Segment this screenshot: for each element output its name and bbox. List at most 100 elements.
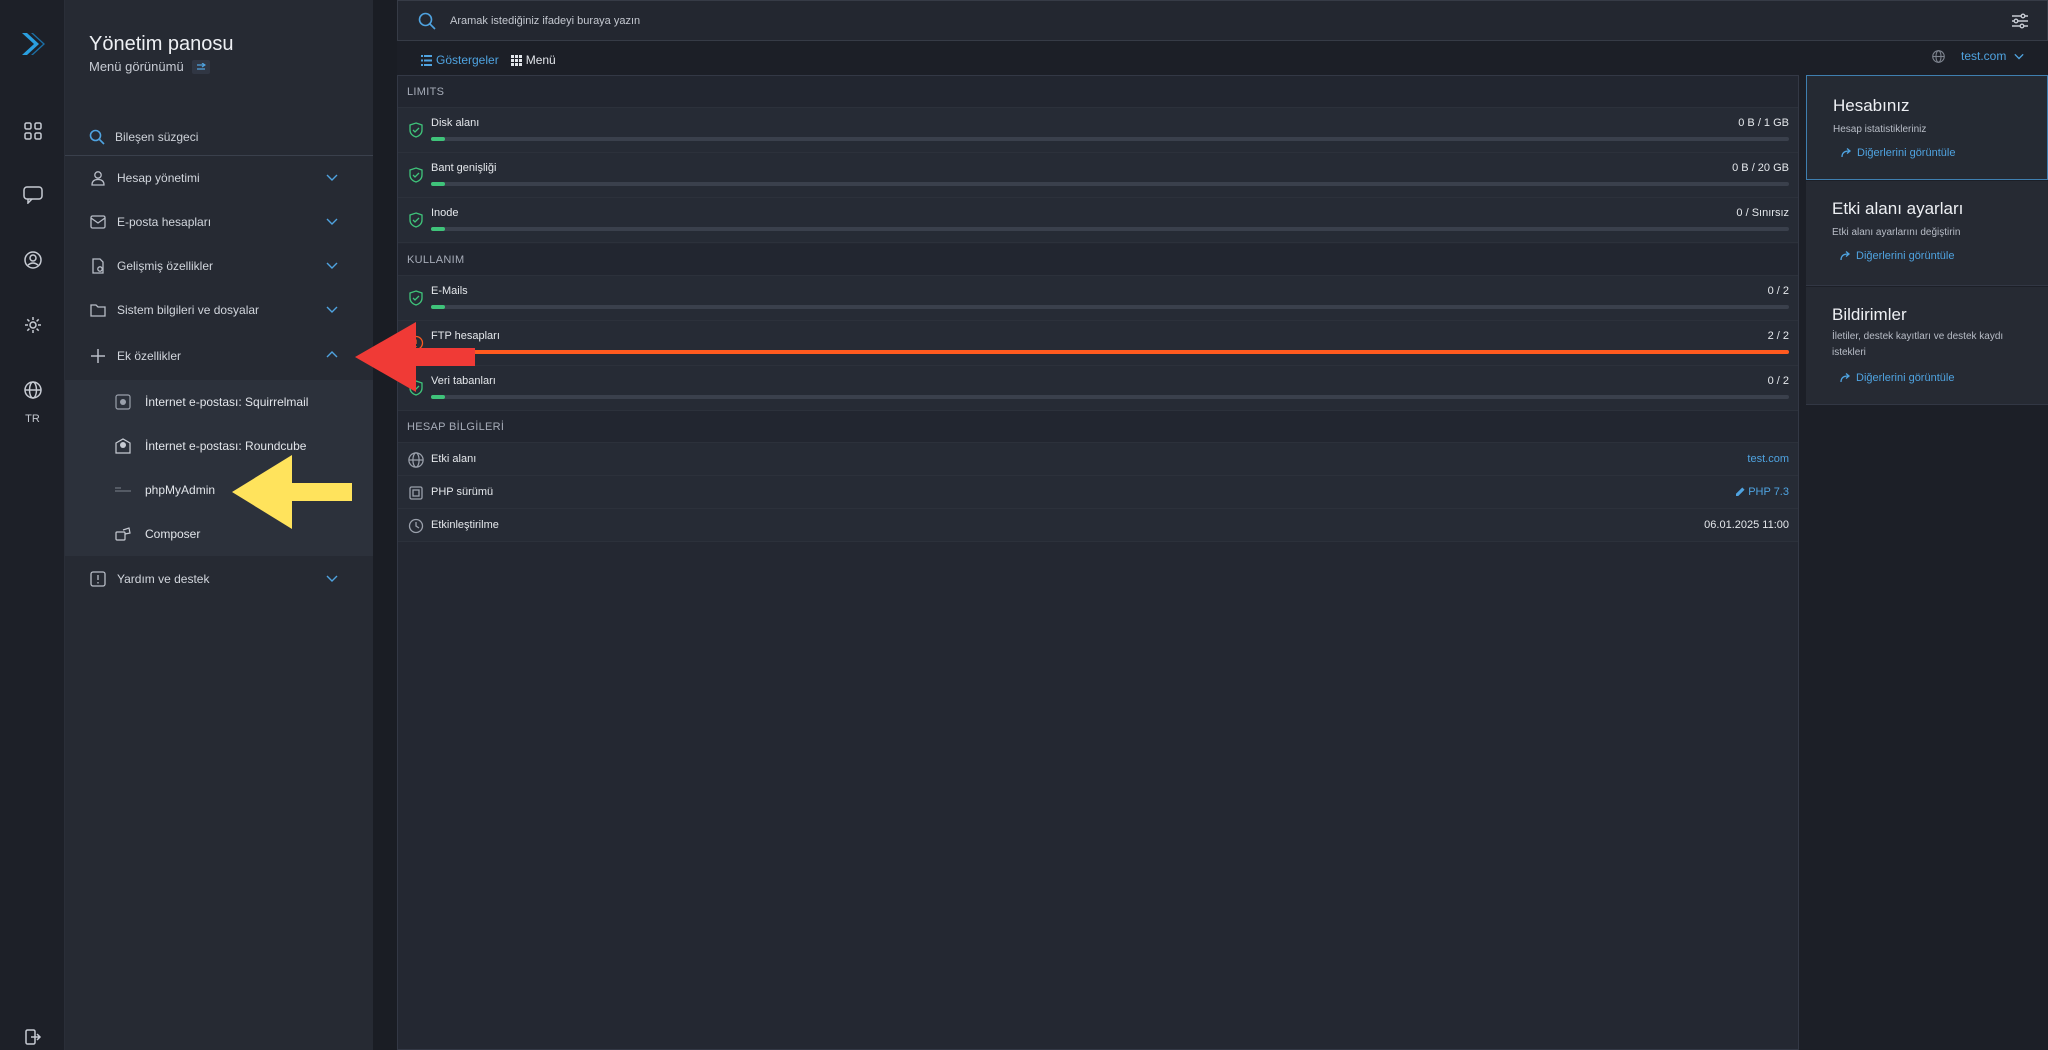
- domain-link[interactable]: test.com: [1747, 453, 1789, 465]
- filter-settings-icon[interactable]: [2011, 12, 2029, 30]
- sidebar-title: Yönetim panosu: [89, 33, 234, 55]
- progress-fill: [431, 227, 445, 231]
- submenu-label: İnternet e-postası: Roundcube: [145, 439, 307, 453]
- progress-track: [431, 182, 1789, 186]
- card-subtitle: İletiler, destek kayıtları ve destek kay…: [1832, 331, 2004, 358]
- composer-icon: [115, 526, 131, 542]
- shield-check-icon: [409, 212, 423, 228]
- stat-value: 0 / 2: [1767, 375, 1789, 387]
- stat-value: 2 / 2: [1767, 330, 1789, 342]
- search-icon: [418, 12, 436, 30]
- card-link-label: Diğerlerini görüntüle: [1856, 372, 1955, 384]
- submenu-label: İnternet e-postası: Squirrelmail: [145, 395, 309, 409]
- card-title: Hesabınız: [1833, 96, 1910, 115]
- plus-icon: [89, 347, 107, 365]
- card-title: Etki alanı ayarları: [1832, 199, 1964, 218]
- card-title: Bildirimler: [1832, 305, 1907, 324]
- nav-system-info-files[interactable]: Sistem bilgileri ve dosyalar: [65, 288, 373, 332]
- globe-icon: [408, 452, 424, 468]
- mail-icon: [89, 213, 107, 231]
- stat-row-inode: Inode 0 / Sınırsız: [398, 198, 1798, 243]
- nav-label: Yardım ve destek: [117, 572, 210, 586]
- user-circle-icon[interactable]: [20, 247, 46, 273]
- logo-icon[interactable]: [17, 29, 47, 59]
- card-view-more-link[interactable]: Diğerlerini görüntüle: [1840, 372, 1954, 384]
- annotation-yellow-arrow: [232, 455, 352, 529]
- submenu-label: Composer: [145, 527, 201, 541]
- shield-check-icon: [409, 290, 423, 306]
- progress-fill: [431, 182, 445, 186]
- chip-icon: [409, 486, 423, 500]
- progress-track: [431, 305, 1789, 309]
- view-tabs: Göstergeler Menü: [421, 53, 556, 67]
- progress-track: [431, 137, 1789, 141]
- info-row-activated: Etkinleştirilme 06.01.2025 11:00: [398, 509, 1798, 542]
- tab-indicators[interactable]: Göstergeler: [421, 53, 499, 67]
- submenu-squirrelmail[interactable]: İnternet e-postası: Squirrelmail: [65, 380, 373, 424]
- phpmyadmin-icon: [115, 482, 131, 498]
- chevron-down-icon: [326, 262, 338, 269]
- layout-gutter: [373, 0, 397, 1050]
- gear-icon[interactable]: [20, 312, 46, 338]
- list-icon: [421, 54, 432, 66]
- search-placeholder: Aramak istediğiniz ifadeyi buraya yazın: [450, 14, 641, 27]
- card-link-label: Diğerlerini görüntüle: [1857, 147, 1956, 159]
- component-filter[interactable]: Bileşen süzgeci: [65, 118, 373, 156]
- stat-label: Disk alanı: [431, 117, 480, 129]
- domain-selector[interactable]: test.com: [1932, 49, 2024, 63]
- card-your-account[interactable]: Hesabınız Hesap istatistikleriniz Diğerl…: [1806, 75, 2048, 180]
- menu-pin-icon[interactable]: [191, 59, 210, 74]
- stat-row-ftp: FTP hesapları 2 / 2: [398, 321, 1798, 366]
- global-search-bar[interactable]: Aramak istediğiniz ifadeyi buraya yazın: [397, 0, 2048, 41]
- card-notifications[interactable]: Bildirimler İletiler, destek kayıtları v…: [1806, 287, 2048, 405]
- roundcube-icon: [115, 438, 131, 454]
- nav-account-management[interactable]: Hesap yönetimi: [65, 156, 373, 200]
- progress-fill: [431, 395, 445, 399]
- shield-check-icon: [409, 122, 423, 138]
- language-label[interactable]: TR: [0, 413, 65, 425]
- card-link-label: Diğerlerini görüntüle: [1856, 250, 1955, 262]
- nav-label: Hesap yönetimi: [117, 171, 200, 185]
- card-view-more-link[interactable]: Diğerlerini görüntüle: [1841, 147, 1955, 159]
- user-icon: [89, 169, 107, 187]
- card-view-more-link[interactable]: Diğerlerini görüntüle: [1840, 250, 1954, 262]
- nav-label: Gelişmiş özellikler: [117, 259, 214, 273]
- share-arrow-icon: [1840, 373, 1851, 383]
- progress-fill: [431, 350, 1789, 354]
- nav-advanced-features[interactable]: Gelişmiş özellikler: [65, 244, 373, 288]
- alert-icon: [89, 570, 107, 588]
- dashboard-icon[interactable]: [20, 118, 46, 144]
- statistics-panel: LIMITS Disk alanı 0 B / 1 GB Bant genişl…: [397, 75, 1799, 1050]
- stat-label: Bant genişliği: [431, 162, 497, 174]
- pencil-icon: [1736, 487, 1745, 496]
- php-version-value: PHP 7.3: [1748, 486, 1789, 498]
- share-arrow-icon: [1841, 148, 1852, 158]
- stat-row-emails: E-Mails 0 / 2: [398, 276, 1798, 321]
- info-label: Etki alanı: [431, 453, 477, 465]
- stat-label: Inode: [431, 207, 459, 219]
- chat-icon[interactable]: [20, 182, 46, 208]
- clock-icon: [408, 518, 424, 534]
- globe-icon: [1932, 49, 1945, 63]
- chevron-down-icon: [2014, 53, 2024, 60]
- globe-icon[interactable]: [20, 377, 46, 403]
- card-domain-settings[interactable]: Etki alanı ayarları Etki alanı ayarların…: [1806, 181, 2048, 286]
- chevron-up-icon: [326, 351, 338, 358]
- nav-email-accounts[interactable]: E-posta hesapları: [65, 200, 373, 244]
- grid-icon: [510, 54, 522, 66]
- progress-fill: [431, 137, 445, 141]
- logout-icon[interactable]: [20, 1028, 46, 1046]
- nav-extra-features[interactable]: Ek özellikler: [65, 334, 373, 378]
- tab-menu[interactable]: Menü: [510, 53, 556, 67]
- folder-icon: [89, 301, 107, 319]
- info-row-php: PHP sürümü PHP 7.3: [398, 476, 1798, 509]
- info-value: 06.01.2025 11:00: [1704, 519, 1789, 531]
- chevron-down-icon: [326, 174, 338, 181]
- squirrelmail-icon: [115, 394, 131, 410]
- nav-help-support[interactable]: Yardım ve destek: [65, 557, 373, 601]
- chevron-down-icon: [326, 575, 338, 582]
- php-version-link[interactable]: PHP 7.3: [1736, 486, 1789, 498]
- icon-rail: TR: [0, 0, 65, 1050]
- limits-header: LIMITS: [398, 76, 1798, 108]
- chevron-down-icon: [326, 218, 338, 225]
